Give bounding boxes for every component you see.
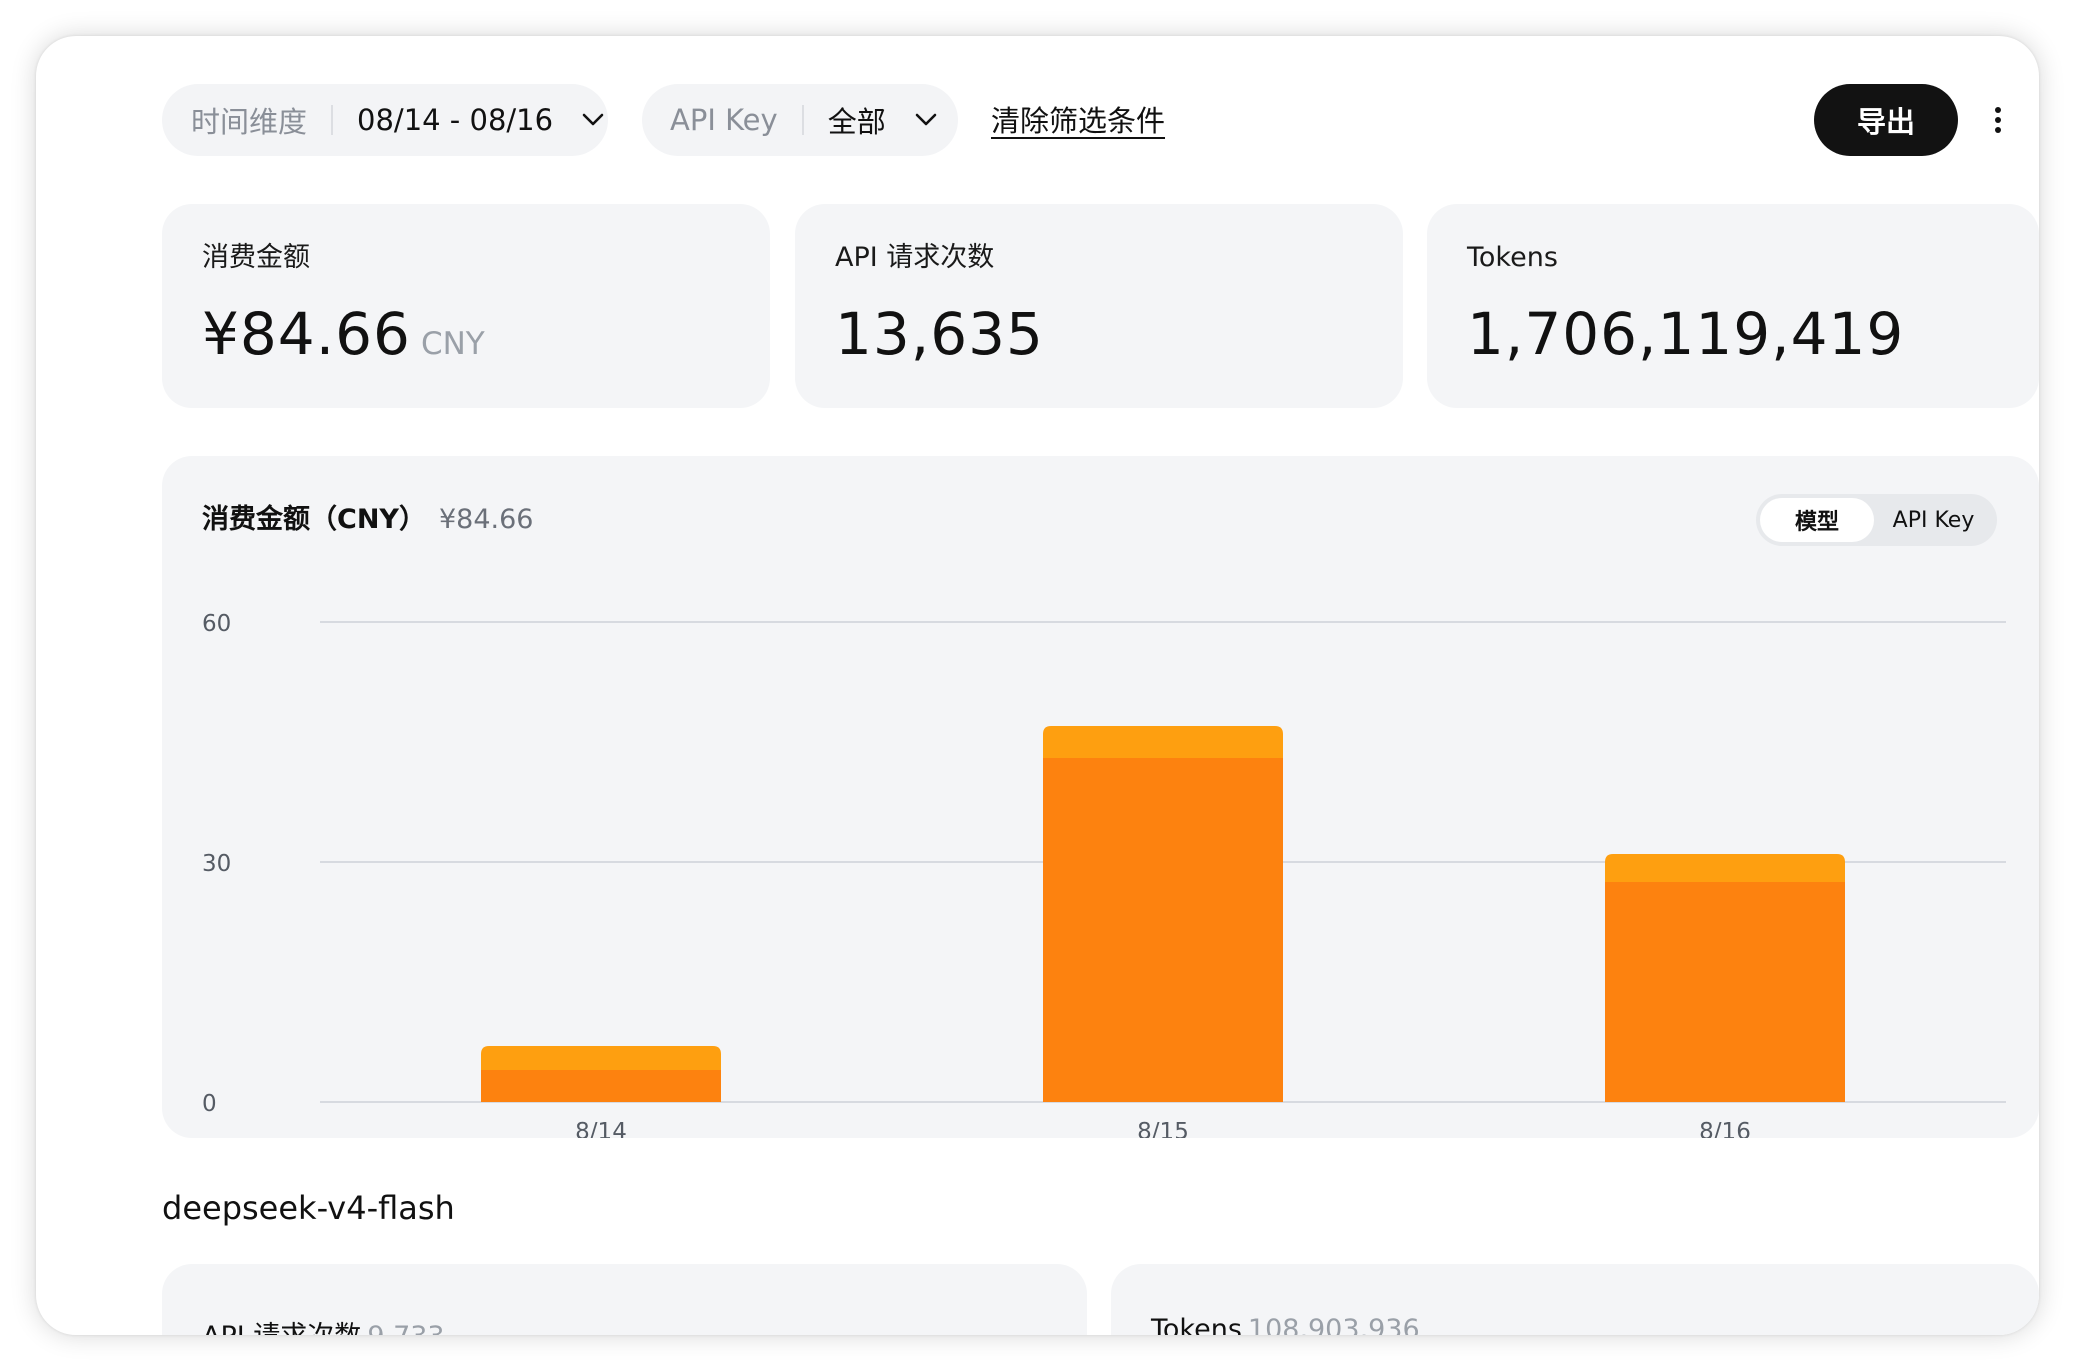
model-tokens-label: Tokens (1151, 1314, 1242, 1335)
bar-segment (1605, 882, 1845, 1102)
api-key-filter[interactable]: API Key 全部 (642, 84, 958, 156)
y-tick-label: 30 (202, 851, 231, 877)
requests-stat-title: API 请求次数 (835, 242, 995, 273)
bar-segment (481, 1070, 721, 1102)
model-tokens-card: Tokens 108,903,936 (1111, 1264, 2039, 1335)
cost-stat-card: 消费金额 ¥84.66 CNY (162, 204, 770, 408)
time-filter-value: 08/14 - 08/16 (357, 103, 554, 137)
api-key-filter-label: API Key (670, 103, 778, 137)
cost-stat-title: 消费金额 (202, 242, 310, 273)
requests-stat-value: 13,635 (835, 300, 1044, 368)
model-name-heading: deepseek-v4-flash (162, 1189, 455, 1227)
model-requests-card: API 请求次数 9,733 (162, 1264, 1087, 1335)
api-key-filter-value: 全部 (827, 105, 886, 139)
cost-stat-unit: CNY (420, 326, 485, 362)
clear-filters-link[interactable]: 清除筛选条件 (991, 99, 1165, 143)
filter-divider (331, 105, 334, 135)
usage-window: 时间维度 08/14 - 08/16 API Key 全部 清除筛选条件 导出 … (36, 36, 2039, 1335)
bar-segment (1605, 854, 1845, 882)
y-tick-label: 60 (202, 611, 231, 637)
chevron-down-icon (912, 106, 940, 134)
requests-stat-card: API 请求次数 13,635 (795, 204, 1403, 408)
cost-chart-panel: 消费金额（CNY） ¥84.66 模型 API Key 0 30 60 8/14 8/1… (162, 456, 2039, 1138)
x-tick-label: 8/16 (1699, 1119, 1751, 1138)
filter-divider (801, 105, 804, 135)
tokens-stat-value: 1,706,119,419 (1467, 300, 1905, 368)
time-range-filter[interactable]: 时间维度 08/14 - 08/16 (162, 84, 608, 156)
cost-bar-chart: 0 30 60 8/14 8/15 8/16 (202, 611, 2006, 1138)
model-tokens-value: 108,903,936 (1247, 1314, 1420, 1335)
bar-segment (481, 1046, 721, 1070)
cost-stat-value-row: ¥84.66 CNY (202, 298, 730, 370)
cost-stat-value: ¥84.66 (202, 300, 411, 368)
tokens-stat-title: Tokens (1467, 242, 1558, 273)
time-filter-label: 时间维度 (191, 105, 308, 139)
x-tick-label: 8/14 (575, 1119, 627, 1138)
y-tick-label: 0 (202, 1091, 217, 1117)
x-tick-label: 8/15 (1137, 1119, 1189, 1138)
chevron-down-icon (579, 106, 607, 134)
export-button[interactable]: 导出 (1814, 84, 1958, 156)
model-requests-label: API 请求次数 (202, 1321, 361, 1335)
more-options-icon[interactable] (1986, 102, 2010, 138)
bar-segment (1043, 726, 1283, 758)
bar-segment (1043, 758, 1283, 1102)
model-requests-value: 9,733 (367, 1321, 444, 1335)
tokens-stat-card: Tokens 1,706,119,419 (1427, 204, 2039, 408)
